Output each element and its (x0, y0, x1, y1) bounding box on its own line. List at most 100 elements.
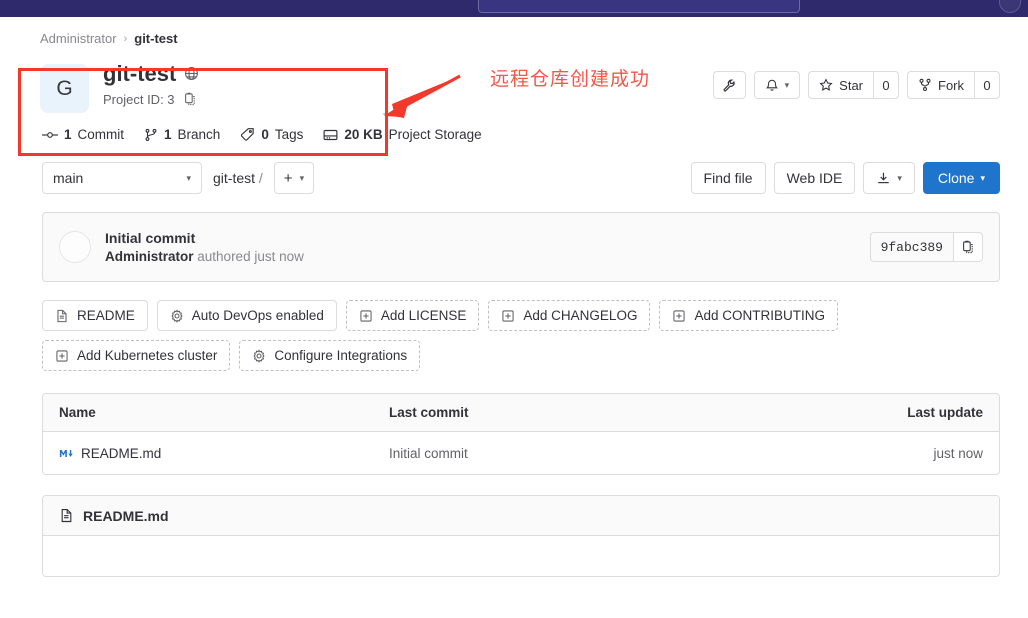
table-row[interactable]: README.md Initial commit just now (43, 432, 999, 474)
column-header-name: Name (59, 405, 96, 420)
add-contributing-chip[interactable]: Add CONTRIBUTING (659, 300, 838, 331)
chip-label: Add CONTRIBUTING (694, 308, 825, 323)
red-arrow-icon (378, 74, 462, 126)
find-file-button[interactable]: Find file (690, 162, 766, 194)
project-title-row: git-test (103, 60, 199, 88)
star-button[interactable]: Star (808, 71, 873, 99)
chip-label: Auto DevOps enabled (191, 308, 324, 323)
notification-dropdown-button[interactable]: ▾ (753, 71, 801, 99)
last-commit-panel: Initial commit Administrator authored ju… (42, 212, 1000, 282)
fork-icon (918, 78, 932, 92)
gear-icon (252, 348, 266, 363)
commit-icon (42, 128, 58, 142)
doc-icon (59, 508, 74, 523)
branch-icon (144, 128, 158, 142)
copy-commit-sha-icon[interactable] (953, 232, 983, 262)
chip-label: Add Kubernetes cluster (77, 348, 218, 363)
stat-tags-value: 0 (261, 127, 269, 142)
project-meta: git-test Project ID: 3 (103, 60, 199, 107)
stat-storage: 20 KB Project Storage (323, 127, 482, 142)
readme-title[interactable]: README.md (83, 508, 169, 524)
breadcrumb-project[interactable]: git-test (134, 31, 177, 46)
chip-label: Configure Integrations (274, 348, 408, 363)
column-header-last-commit: Last commit (389, 405, 469, 420)
file-name-cell: README.md (59, 446, 389, 461)
stat-commits-label: Commit (77, 127, 125, 142)
web-ide-button[interactable]: Web IDE (773, 162, 856, 194)
project-identity: G git-test Project ID: 3 (40, 60, 199, 113)
download-dropdown-button[interactable]: ▾ (863, 162, 915, 194)
star-button-group: Star 0 (808, 71, 899, 99)
breadcrumb: Administrator › git-test (0, 17, 1028, 46)
chevron-down-icon: ▾ (980, 172, 985, 183)
copy-to-clipboard-icon[interactable] (183, 92, 197, 106)
add-license-chip[interactable]: Add LICENSE (345, 300, 480, 331)
stat-branches-value: 1 (164, 127, 172, 142)
auto-devops-chip[interactable]: Auto DevOps enabled (156, 300, 337, 331)
commit-authored-text: authored just now (197, 249, 304, 264)
storage-icon (323, 128, 338, 142)
star-count[interactable]: 0 (873, 71, 899, 99)
plus-square-icon (359, 309, 373, 323)
stat-branches-label: Branch (177, 127, 221, 142)
stat-storage-label: Project Storage (388, 127, 482, 142)
fork-count[interactable]: 0 (974, 71, 1000, 99)
file-last-update-cell: just now (933, 445, 983, 461)
project-stats: 1 Commit 1 Branch 0 Tags 20 KB Project S… (0, 113, 1028, 142)
doc-icon (55, 309, 69, 323)
project-avatar: G (40, 64, 89, 113)
commit-author-line: Administrator authored just now (105, 249, 304, 264)
readme-content (43, 536, 999, 576)
stat-commits[interactable]: 1 Commit (42, 127, 124, 142)
commit-text: Initial commit Administrator authored ju… (105, 230, 304, 264)
commit-sha-group: 9fabc389 (869, 232, 983, 262)
project-id-row: Project ID: 3 (103, 92, 199, 107)
add-changelog-chip[interactable]: Add CHANGELOG (488, 300, 651, 331)
chevron-down-icon: ▾ (299, 172, 305, 183)
ref-selector-group: main ▾ git-test / + ▾ (42, 162, 315, 194)
plus-square-icon (501, 309, 515, 323)
fork-button[interactable]: Fork (907, 71, 974, 99)
repository-action-bar: main ▾ git-test / + ▾ Find file Web IDE (0, 142, 1028, 194)
readme-panel-header: README.md (43, 496, 999, 536)
table-header-row: Name Last commit Last update (43, 394, 999, 432)
repository-path-breadcrumb: git-test / (213, 170, 263, 186)
markdown-icon (59, 448, 73, 459)
project-settings-button[interactable] (712, 71, 746, 99)
clone-label: Clone (937, 170, 975, 186)
avatar (59, 231, 91, 263)
commit-sha[interactable]: 9fabc389 (869, 232, 953, 262)
path-separator: / (258, 170, 263, 186)
branch-selector-value: main (53, 170, 84, 186)
chevron-down-icon: ▾ (186, 172, 191, 183)
download-icon (876, 171, 891, 186)
configure-integrations-chip[interactable]: Configure Integrations (239, 340, 421, 371)
breadcrumb-owner[interactable]: Administrator (40, 31, 117, 46)
quick-action-chips: README Auto DevOps enabled Add LICENSE A… (42, 300, 1000, 371)
add-kubernetes-cluster-chip[interactable]: Add Kubernetes cluster (42, 340, 231, 371)
add-to-repo-dropdown-button[interactable]: + ▾ (273, 162, 315, 194)
readme-chip[interactable]: README (42, 300, 148, 331)
commit-author[interactable]: Administrator (105, 249, 194, 264)
gitlab-project-page: Administrator › git-test G git-test Proj… (0, 0, 1028, 618)
branch-selector-dropdown[interactable]: main ▾ (42, 162, 202, 194)
annotation-text: 远程仓库创建成功 (490, 69, 651, 90)
breadcrumb-separator-icon: › (123, 32, 128, 45)
bell-icon (765, 78, 779, 92)
repository-actions: Find file Web IDE ▾ Clone ▾ (690, 162, 1000, 194)
commit-message[interactable]: Initial commit (105, 230, 304, 246)
chevron-down-icon: ▾ (784, 79, 790, 90)
file-last-commit-cell[interactable]: Initial commit (389, 446, 863, 461)
fork-button-group: Fork 0 (907, 71, 1000, 99)
global-search-input[interactable] (478, 0, 800, 13)
star-label: Star (839, 77, 863, 93)
commit-info: Initial commit Administrator authored ju… (59, 230, 304, 264)
stat-branches[interactable]: 1 Branch (144, 127, 220, 142)
clone-button[interactable]: Clone ▾ (922, 162, 1000, 194)
stat-tags[interactable]: 0 Tags (240, 127, 303, 142)
file-link[interactable]: README.md (81, 446, 161, 461)
path-root[interactable]: git-test (213, 170, 255, 186)
stat-tags-label: Tags (274, 127, 304, 142)
column-header-last-update: Last update (907, 405, 983, 420)
user-avatar-icon[interactable] (999, 0, 1021, 13)
